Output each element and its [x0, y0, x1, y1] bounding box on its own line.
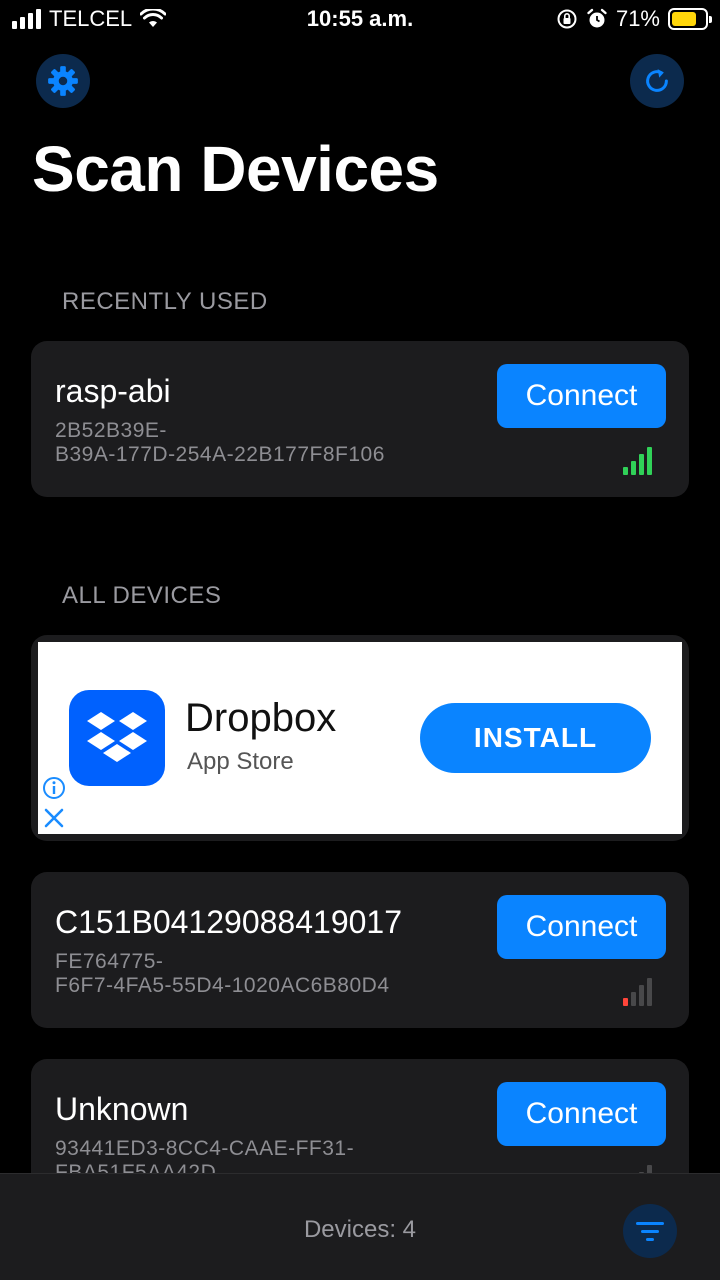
scan-devices-screen: TELCEL 10:55 a.m. 71% Scan Devices RECEN…: [0, 0, 720, 1280]
device-name: C151B04129088419017: [55, 904, 402, 940]
ad-info-icon[interactable]: [42, 776, 66, 805]
device-id-line: 2B52B39E-: [55, 419, 167, 442]
ad-content[interactable]: Dropbox App Store INSTALL: [38, 642, 682, 834]
device-identifier: 2B52B39E- B39A-177D-254A-22B177F8F106: [55, 419, 475, 467]
connect-button[interactable]: Connect: [497, 895, 666, 959]
alarm-icon: [587, 8, 607, 28]
device-card[interactable]: C151B04129088419017 FE764775- F6F7-4FA5-…: [31, 872, 689, 1028]
orientation-lock-icon: [557, 9, 577, 29]
status-bar: TELCEL 10:55 a.m. 71%: [0, 0, 720, 40]
status-right: 71%: [556, 6, 712, 32]
ad-banner: Dropbox App Store INSTALL: [31, 635, 689, 841]
refresh-button[interactable]: [630, 54, 684, 108]
device-id-line: FE764775-: [55, 950, 164, 973]
all-devices-label: ALL DEVICES: [62, 582, 222, 609]
device-id-line: F6F7-4FA5-55D4-1020AC6B80D4: [55, 974, 390, 997]
device-name: rasp-abi: [55, 373, 171, 409]
filter-button[interactable]: [623, 1204, 677, 1258]
device-count: Devices: 4: [303, 1216, 417, 1243]
device-identifier: FE764775- F6F7-4FA5-55D4-1020AC6B80D4: [55, 950, 475, 998]
ad-app-name[interactable]: Dropbox: [185, 696, 336, 741]
bottom-bar: Devices: 4: [0, 1173, 720, 1280]
page-title: Scan Devices: [32, 133, 439, 205]
filter-icon: [636, 1222, 664, 1241]
battery-icon: [668, 8, 712, 30]
device-id-line: B39A-177D-254A-22B177F8F106: [55, 443, 385, 466]
signal-icon: [12, 9, 41, 29]
device-card-recent[interactable]: rasp-abi 2B52B39E- B39A-177D-254A-22B177…: [31, 341, 689, 497]
ad-store-name: App Store: [187, 748, 294, 775]
signal-strength-icon: [623, 443, 652, 475]
dropbox-logo-icon: [87, 712, 147, 762]
ad-close-icon[interactable]: [42, 806, 66, 835]
settings-button[interactable]: [36, 54, 90, 108]
carrier-label: TELCEL: [49, 6, 133, 31]
signal-strength-icon: [623, 974, 652, 1006]
device-name: Unknown: [55, 1091, 189, 1127]
dropbox-app-icon[interactable]: [69, 690, 165, 786]
connect-button[interactable]: Connect: [497, 364, 666, 428]
battery-percent: 71%: [615, 6, 660, 31]
refresh-icon: [646, 69, 668, 92]
device-id-line: 93441ED3-8CC4-CAAE-FF31-: [55, 1137, 355, 1160]
install-button[interactable]: INSTALL: [420, 703, 651, 773]
connect-button[interactable]: Connect: [497, 1082, 666, 1146]
status-left: TELCEL: [12, 6, 167, 32]
gear-icon: [48, 66, 78, 96]
wifi-icon: [140, 9, 167, 27]
recently-used-label: RECENTLY USED: [62, 288, 268, 315]
